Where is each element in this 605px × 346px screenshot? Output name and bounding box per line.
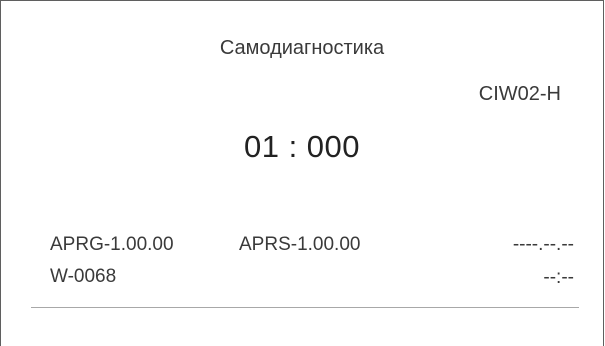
date-display: ----.--.-- bbox=[512, 234, 574, 255]
screen-title: Самодиагностика bbox=[219, 37, 385, 59]
time-display: --:-- bbox=[543, 267, 574, 288]
model-label: CIW02-H bbox=[478, 83, 561, 105]
divider bbox=[31, 307, 579, 308]
aprg-version: APRG-1.00.00 bbox=[50, 234, 174, 255]
diagnostic-code: 01 : 000 bbox=[243, 129, 361, 164]
diagnostic-panel: Самодиагностика CIW02-H 01 : 000 APRG-1.… bbox=[0, 0, 604, 346]
aprs-version: APRS-1.00.00 bbox=[239, 234, 361, 255]
w-version: W-0068 bbox=[50, 266, 117, 287]
